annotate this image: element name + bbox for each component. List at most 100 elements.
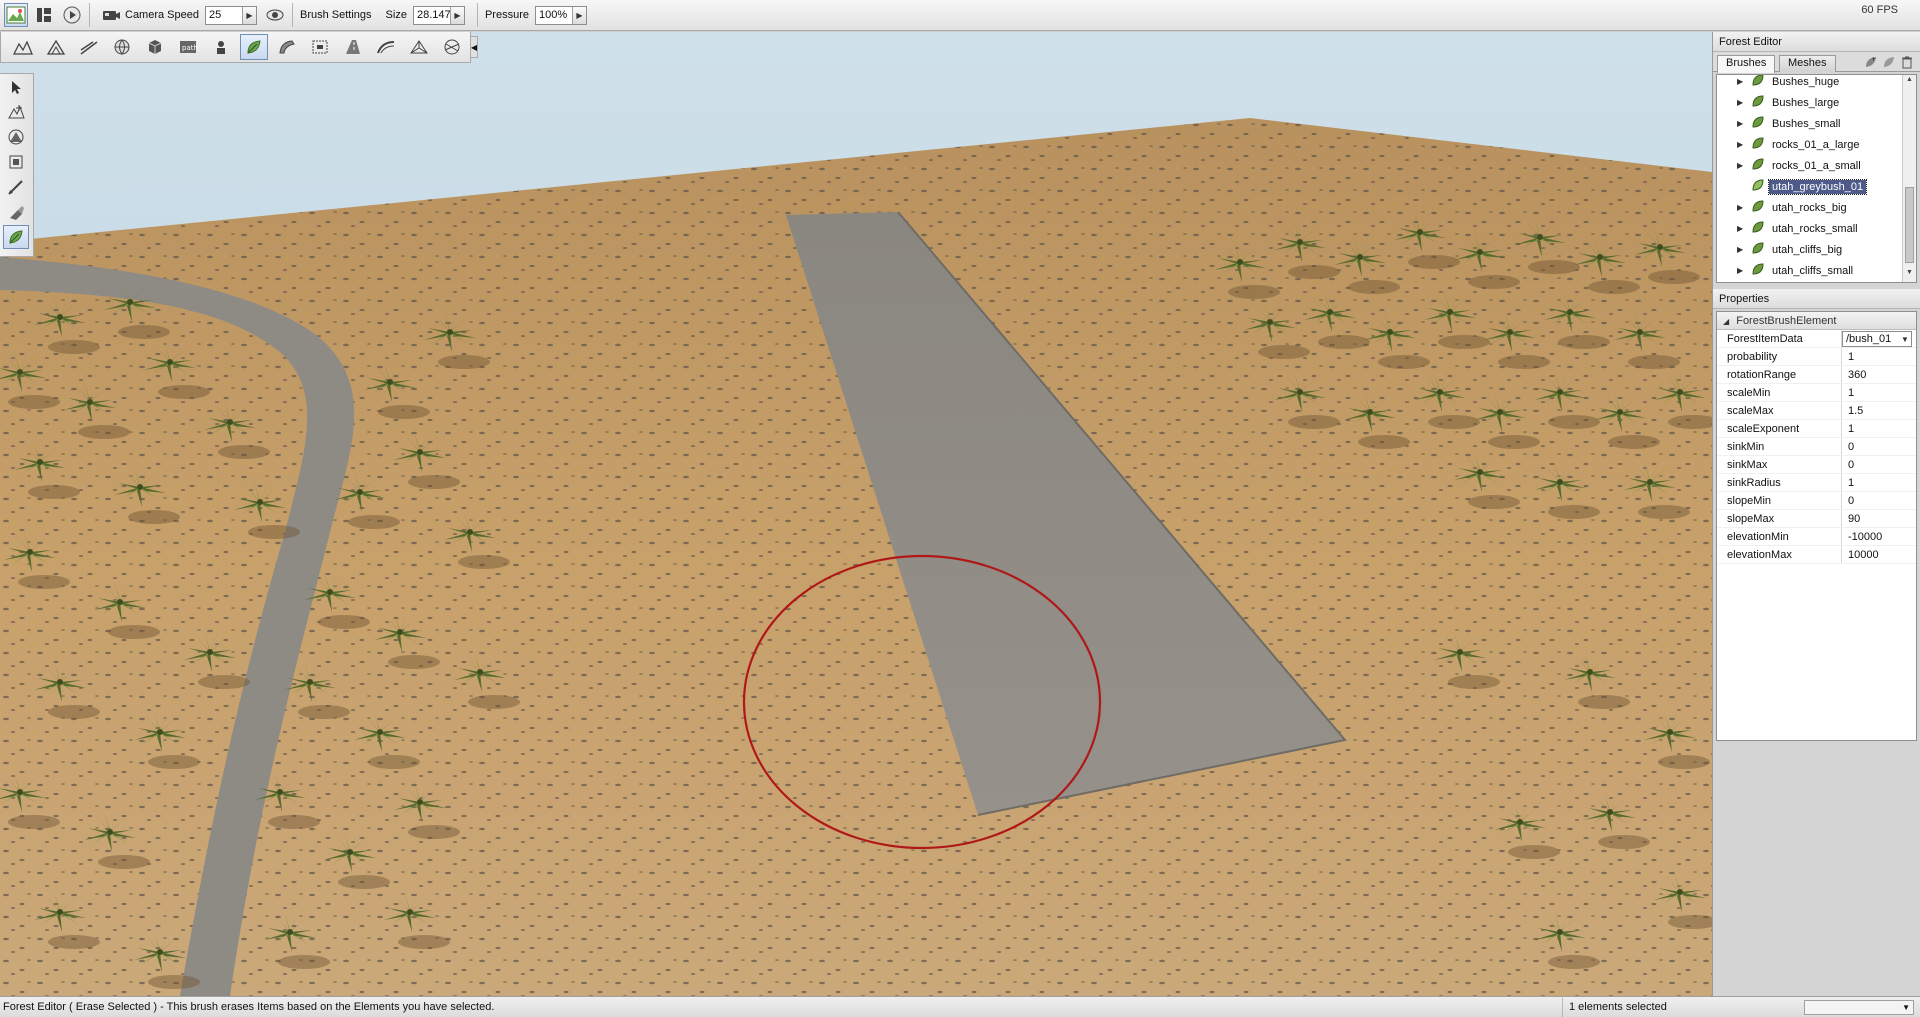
chevron-right-icon[interactable]: ▶ xyxy=(242,6,256,24)
property-value[interactable]: 1 xyxy=(1842,384,1916,401)
3d-viewport[interactable] xyxy=(0,32,1712,996)
erase-icon[interactable] xyxy=(3,200,29,224)
terrain-editor-icon[interactable] xyxy=(4,3,28,27)
sphere-icon[interactable] xyxy=(108,34,136,60)
expand-arrow-icon[interactable]: ▶ xyxy=(1737,119,1747,128)
brush-tree-item[interactable]: ▶ utah_cliffs_big xyxy=(1717,239,1902,260)
brush-tree-item[interactable]: ▶ Bushes_small xyxy=(1717,113,1902,134)
property-row[interactable]: probability 1 xyxy=(1717,348,1916,366)
brush-tree-item[interactable]: ▶ utah_cliffs_small xyxy=(1717,260,1902,281)
rotate-icon[interactable] xyxy=(3,125,29,149)
property-group[interactable]: ◢ ForestBrushElement xyxy=(1717,312,1916,330)
tab-brushes[interactable]: Brushes xyxy=(1717,55,1776,73)
brush-tree-item[interactable]: ▶ Bushes_large xyxy=(1717,92,1902,113)
brush-tree-item[interactable]: ▶ rocks_01_a_large xyxy=(1717,134,1902,155)
expand-arrow-icon[interactable]: ▶ xyxy=(1737,77,1747,86)
forest-item-data-dropdown[interactable]: /bush_01 ▼ xyxy=(1842,331,1912,347)
brush-tree-item[interactable]: ▶ Bushes_huge xyxy=(1717,75,1902,92)
scale-icon[interactable] xyxy=(3,150,29,174)
property-row[interactable]: sinkMin 0 xyxy=(1717,438,1916,456)
camera-icon[interactable] xyxy=(99,3,123,27)
property-row[interactable]: slopeMin 0 xyxy=(1717,492,1916,510)
property-row[interactable]: elevationMin -10000 xyxy=(1717,528,1916,546)
property-row[interactable]: scaleExponent 1 xyxy=(1717,420,1916,438)
selection-count: 1 elements selected xyxy=(1562,997,1764,1017)
pressure-value[interactable]: 100% xyxy=(539,9,572,21)
new-brush-icon[interactable]: + xyxy=(1864,55,1878,69)
navmesh-icon[interactable] xyxy=(405,34,433,60)
object-icon[interactable] xyxy=(141,34,169,60)
property-row[interactable]: scaleMin 1 xyxy=(1717,384,1916,402)
property-value[interactable]: 0 xyxy=(1842,456,1916,473)
expand-arrow-icon[interactable]: ▶ xyxy=(1737,140,1747,149)
mesh-road-icon[interactable] xyxy=(42,34,70,60)
road-icon[interactable] xyxy=(339,34,367,60)
property-row[interactable]: sinkRadius 1 xyxy=(1717,474,1916,492)
property-value[interactable]: 0 xyxy=(1842,438,1916,455)
chevron-right-icon[interactable]: ▶ xyxy=(571,6,586,24)
visibility-icon[interactable] xyxy=(263,3,287,27)
tree-scrollbar[interactable]: ▲ ▼ xyxy=(1902,75,1916,282)
property-row[interactable]: elevationMax 10000 xyxy=(1717,546,1916,564)
status-bar: Forest Editor ( Erase Selected ) - This … xyxy=(0,996,1920,1017)
property-row[interactable]: slopeMax 90 xyxy=(1717,510,1916,528)
property-row[interactable]: sinkMax 0 xyxy=(1717,456,1916,474)
brush-tree-item[interactable]: ▶ utah_rocks_small xyxy=(1717,218,1902,239)
scroll-up-icon[interactable]: ▲ xyxy=(1903,76,1916,88)
forest-icon[interactable] xyxy=(240,34,268,60)
collapse-toolbar-icon[interactable]: ◀ xyxy=(470,36,478,58)
property-value[interactable]: 1 xyxy=(1842,420,1916,437)
navigation-icon[interactable] xyxy=(438,34,466,60)
move-icon[interactable] xyxy=(3,100,29,124)
scroll-thumb[interactable] xyxy=(1905,187,1914,263)
expand-arrow-icon[interactable]: ▶ xyxy=(1737,224,1747,233)
scroll-down-icon[interactable]: ▼ xyxy=(1903,269,1916,281)
terrain-icon[interactable] xyxy=(9,34,37,60)
brush-leaf-icon xyxy=(1751,178,1765,195)
node-icon[interactable] xyxy=(306,34,334,60)
chevron-down-icon[interactable]: ▼ xyxy=(1902,1003,1910,1012)
brush-leaf-icon xyxy=(1751,94,1765,111)
property-value[interactable]: 0 xyxy=(1842,492,1916,509)
property-value[interactable]: 10000 xyxy=(1842,546,1916,563)
brush-tree-item[interactable]: ▶ utah_rocks_big xyxy=(1717,197,1902,218)
property-value[interactable]: 1 xyxy=(1842,348,1916,365)
path-icon[interactable]: path xyxy=(174,34,202,60)
expand-arrow-icon[interactable]: ▶ xyxy=(1737,245,1747,254)
pressure-field[interactable]: 100% ▶ xyxy=(534,5,587,25)
select-arrow-icon[interactable] xyxy=(3,75,29,99)
leaf-icon[interactable] xyxy=(3,225,29,249)
layout-icon[interactable] xyxy=(32,3,56,27)
decal-icon[interactable] xyxy=(273,34,301,60)
expand-arrow-icon[interactable]: ▶ xyxy=(1737,203,1747,212)
brush-tree-item[interactable]: ▶ rocks_01_a_small xyxy=(1717,155,1902,176)
property-value[interactable]: 360 xyxy=(1842,366,1916,383)
spawn-icon[interactable] xyxy=(207,34,235,60)
size-value[interactable]: 28.147 xyxy=(417,9,450,21)
property-value[interactable]: -10000 xyxy=(1842,528,1916,545)
chevron-right-icon[interactable]: ▶ xyxy=(449,6,464,24)
collapse-group-icon[interactable]: ◢ xyxy=(1723,317,1729,326)
paint-icon[interactable] xyxy=(3,175,29,199)
property-value[interactable]: 1 xyxy=(1842,474,1916,491)
river-icon[interactable] xyxy=(75,34,103,60)
property-row[interactable]: rotationRange 360 xyxy=(1717,366,1916,384)
camera-speed-field[interactable]: 25 ▶ xyxy=(205,5,257,25)
play-icon[interactable] xyxy=(60,3,84,27)
mesh-icon[interactable] xyxy=(372,34,400,60)
tab-meshes[interactable]: Meshes xyxy=(1779,55,1836,72)
expand-arrow-icon[interactable]: ▶ xyxy=(1737,161,1747,170)
size-field[interactable]: 28.147 ▶ xyxy=(412,5,465,25)
chevron-down-icon[interactable]: ▼ xyxy=(1899,335,1911,344)
status-dropdown[interactable]: ▼ xyxy=(1804,999,1914,1015)
camera-speed-value[interactable]: 25 xyxy=(209,9,242,21)
property-key: probability xyxy=(1717,348,1842,365)
delete-icon[interactable] xyxy=(1900,55,1914,69)
property-row[interactable]: scaleMax 1.5 xyxy=(1717,402,1916,420)
expand-arrow-icon[interactable]: ▶ xyxy=(1737,266,1747,275)
property-value[interactable]: 1.5 xyxy=(1842,402,1916,419)
new-element-icon[interactable] xyxy=(1882,55,1896,69)
property-value[interactable]: 90 xyxy=(1842,510,1916,527)
brush-tree-item[interactable]: utah_greybush_01 xyxy=(1717,176,1902,197)
expand-arrow-icon[interactable]: ▶ xyxy=(1737,98,1747,107)
